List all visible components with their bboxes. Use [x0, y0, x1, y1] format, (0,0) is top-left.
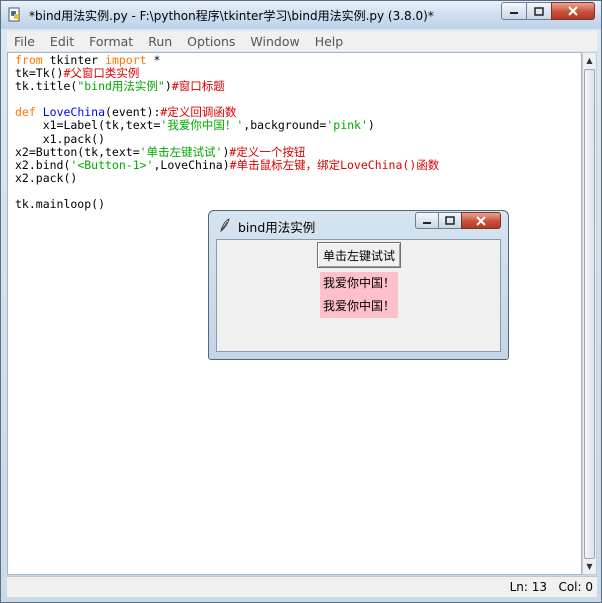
menu-format[interactable]: Format [82, 34, 141, 49]
maximize-button[interactable] [526, 2, 552, 20]
code-token: tk.mainloop() [15, 197, 106, 212]
minimize-icon [423, 221, 431, 224]
menu-bar: File Edit Format Run Options Window Help [7, 31, 597, 51]
close-icon [476, 215, 486, 226]
code-token: tk.title( [15, 79, 78, 94]
code-token: #单击鼠标左键，绑定LoveChina()函数 [229, 157, 440, 172]
maximize-icon [445, 216, 455, 225]
code-token: x2.bind( [15, 157, 71, 172]
python-idle-icon [8, 7, 20, 22]
code-token: tk=Tk() [15, 66, 64, 81]
code-token: from [15, 53, 43, 67]
scroll-down-arrow-icon[interactable]: ▼ [583, 559, 596, 574]
code-token: 'pink' [326, 118, 368, 133]
code-text[interactable]: from tkinter import * tk=Tk()#父窗口类实例 tk.ti… [15, 53, 440, 212]
code-token: '<Button-1>' [70, 157, 154, 172]
code-token: #定义一个按钮 [229, 144, 306, 159]
code-line[interactable]: tk.title("bind用法实例")#窗口标题 [15, 80, 439, 93]
code-token: #定义回调函数 [160, 105, 237, 120]
scroll-thumb[interactable] [584, 69, 595, 559]
tk-left-click-button[interactable]: 单击左键试试 [317, 242, 401, 268]
code-token: tkinter [42, 53, 106, 67]
window-title: *bind用法实例.py - F:\python程序\tkinter学习\bin… [29, 9, 434, 23]
menu-edit[interactable]: Edit [43, 34, 82, 49]
tk-pink-label: 我爱你中国！ [320, 295, 398, 318]
code-token: #窗口标题 [171, 79, 225, 94]
tk-client-area: 单击左键试试 我爱你中国！ 我爱你中国！ [216, 239, 501, 352]
code-token: ) [164, 79, 172, 94]
tk-minimize-button[interactable] [415, 212, 439, 229]
menu-run[interactable]: Run [141, 34, 180, 49]
status-col: Col: 0 [558, 580, 593, 594]
code-token: ,background= [243, 118, 327, 133]
code-token: '单击左键试试' [139, 144, 223, 159]
menu-help[interactable]: Help [308, 34, 352, 49]
minimize-icon [510, 12, 518, 14]
code-token: x1=Label(tk,text= [15, 118, 161, 133]
tk-maximize-button[interactable] [438, 212, 462, 229]
code-token: (event): [105, 105, 161, 120]
tk-window: bind用法实例 单击左键试试 我爱你中国！ 我爱你中国！ [208, 210, 509, 360]
tk-label-stack: 我爱你中国！ 我爱你中国！ [320, 272, 398, 318]
menu-window[interactable]: Window [243, 34, 307, 49]
title-bar[interactable]: *bind用法实例.py - F:\python程序\tkinter学习\bin… [1, 1, 601, 29]
tk-close-button[interactable] [461, 212, 501, 229]
code-token: x2=Button(tk,text= [15, 144, 140, 159]
maximize-icon [534, 6, 544, 16]
status-bar: Ln: 13 Col: 0 [7, 576, 597, 597]
code-line[interactable]: x2.pack() [15, 170, 439, 185]
code-token: * [146, 53, 161, 67]
code-token: x2.pack() [15, 170, 78, 185]
close-icon [568, 6, 578, 16]
code-token: def [15, 105, 36, 120]
code-token: import [105, 53, 147, 67]
menu-file[interactable]: File [7, 34, 43, 49]
status-line: Ln: 13 [509, 580, 547, 594]
menu-options[interactable]: Options [180, 34, 243, 49]
minimize-button[interactable] [501, 2, 527, 20]
tk-feather-icon [220, 218, 230, 232]
code-token: ) [367, 118, 375, 133]
code-token: ,LoveChina) [153, 157, 230, 172]
code-token: "bind用法实例" [77, 79, 165, 94]
code-token: LoveChina [42, 105, 106, 120]
code-token: '我爱你中国！' [160, 118, 244, 133]
scroll-up-arrow-icon[interactable]: ▲ [583, 53, 596, 68]
code-line[interactable]: x2.bind('<Button-1>',LoveChina)#单击鼠标左键，绑… [15, 157, 440, 172]
vertical-scrollbar[interactable]: ▲ ▼ [582, 52, 597, 575]
code-token: x1.pack() [15, 131, 106, 146]
code-token: #父窗口类实例 [63, 66, 140, 81]
tk-window-title: bind用法实例 [238, 220, 316, 235]
close-button[interactable] [551, 2, 595, 20]
tk-pink-label: 我爱你中国！ [320, 272, 398, 295]
